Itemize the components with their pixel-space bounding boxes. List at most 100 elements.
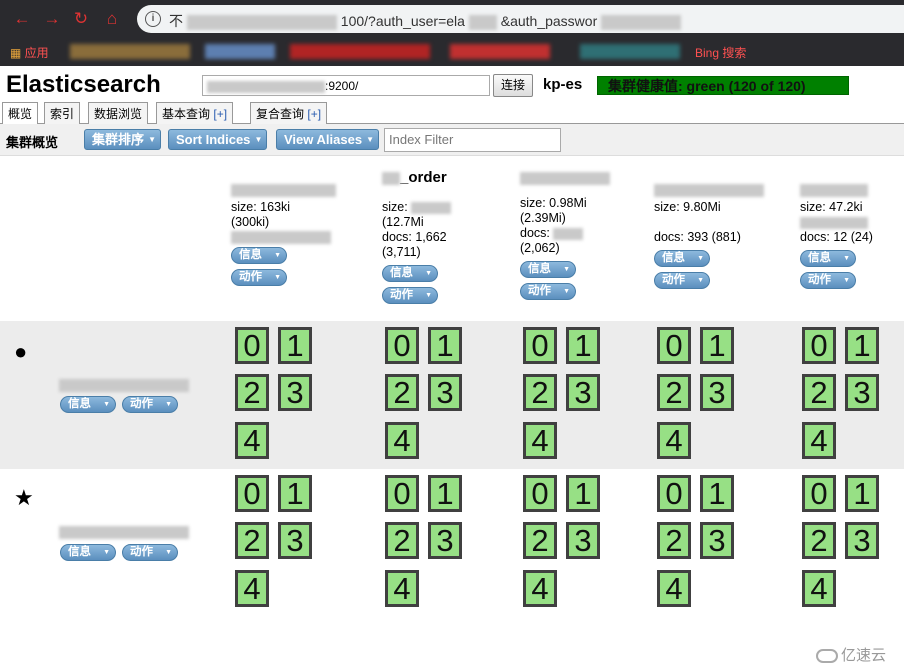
shard-1[interactable]: 1 [845, 327, 879, 364]
shard-3[interactable]: 3 [278, 522, 312, 559]
shard-1[interactable]: 1 [566, 327, 600, 364]
shard-0[interactable]: 0 [523, 475, 557, 512]
shard-4[interactable]: 4 [523, 570, 557, 607]
bookmark-item[interactable] [205, 44, 275, 59]
index-info-button[interactable]: 信息 [800, 250, 856, 267]
index-size: size: [382, 200, 522, 215]
connect-button[interactable]: 连接 [493, 74, 533, 97]
shard-2[interactable]: 2 [657, 522, 691, 559]
index-docs-total: (2,062) [520, 241, 560, 255]
shard-4[interactable]: 4 [802, 570, 836, 607]
sort-cluster-button[interactable]: 集群排序 [84, 129, 162, 150]
bookmark-item[interactable] [580, 44, 680, 59]
shard-2[interactable]: 2 [802, 374, 836, 411]
address-bar[interactable]: i 不 100/?auth_user=ela &auth_passwor [137, 5, 904, 33]
shard-0[interactable]: 0 [235, 327, 269, 364]
shard-3[interactable]: 3 [700, 374, 734, 411]
shard-4[interactable]: 4 [235, 422, 269, 459]
shard-4[interactable]: 4 [802, 422, 836, 459]
tab-basic-query[interactable]: 基本查询 [+] [156, 102, 234, 124]
shard-2[interactable]: 2 [235, 374, 269, 411]
shard-2[interactable]: 2 [385, 522, 419, 559]
index-size-total: (300ki) [231, 215, 270, 229]
shard-2[interactable]: 2 [523, 522, 557, 559]
shard-1[interactable]: 1 [845, 475, 879, 512]
shard-4[interactable]: 4 [385, 422, 419, 459]
shard-3[interactable]: 3 [278, 374, 312, 411]
shard-0[interactable]: 0 [523, 327, 557, 364]
back-icon[interactable]: ← [12, 9, 32, 29]
app-title: Elasticsearch [6, 71, 161, 98]
shard-3[interactable]: 3 [428, 522, 462, 559]
reload-icon[interactable]: ↻ [71, 9, 91, 29]
shard-4[interactable]: 4 [235, 570, 269, 607]
shard-1[interactable]: 1 [428, 327, 462, 364]
tab-compound-query[interactable]: 复合查询 [+] [250, 102, 328, 124]
index-size: size: 9.80Mi [654, 200, 721, 214]
index-action-button[interactable]: 动作 [520, 283, 576, 300]
shard-3[interactable]: 3 [428, 374, 462, 411]
master-node-icon: ● [14, 339, 28, 364]
shard-0[interactable]: 0 [385, 327, 419, 364]
node-info-button[interactable]: 信息 [60, 544, 116, 561]
shard-2[interactable]: 2 [657, 374, 691, 411]
shard-3[interactable]: 3 [845, 522, 879, 559]
index-info-button[interactable]: 信息 [382, 265, 438, 282]
index-filter-input[interactable]: Index Filter [384, 128, 561, 152]
shard-0[interactable]: 0 [235, 475, 269, 512]
shard-0[interactable]: 0 [657, 327, 691, 364]
index-name: _order [382, 170, 522, 200]
index-action-button[interactable]: 动作 [654, 272, 710, 289]
shard-3[interactable]: 3 [845, 374, 879, 411]
shard-1[interactable]: 1 [700, 475, 734, 512]
shard-4[interactable]: 4 [657, 422, 691, 459]
index-name [800, 170, 900, 200]
connection-url-input[interactable]: :9200/ [202, 75, 490, 96]
info-icon[interactable]: i [145, 11, 161, 27]
shard-0[interactable]: 0 [802, 327, 836, 364]
shard-1[interactable]: 1 [700, 327, 734, 364]
shard-2[interactable]: 2 [523, 374, 557, 411]
node-action-button[interactable]: 动作 [122, 396, 178, 413]
tab-indices[interactable]: 索引 [44, 102, 81, 124]
index-action-button[interactable]: 动作 [800, 272, 856, 289]
sort-indices-button[interactable]: Sort Indices [168, 129, 268, 150]
node-info-button[interactable]: 信息 [60, 396, 116, 413]
shard-0[interactable]: 0 [657, 475, 691, 512]
bookmark-item[interactable] [290, 44, 430, 59]
shard-2[interactable]: 2 [802, 522, 836, 559]
tab-overview[interactable]: 概览 [2, 102, 39, 125]
shard-1[interactable]: 1 [566, 475, 600, 512]
index-info-button[interactable]: 信息 [654, 250, 710, 267]
index-size-total: (2.39Mi) [520, 211, 566, 225]
index-info-button[interactable]: 信息 [231, 247, 287, 264]
shard-2[interactable]: 2 [235, 522, 269, 559]
index-action-button[interactable]: 动作 [231, 269, 287, 286]
node-action-button[interactable]: 动作 [122, 544, 178, 561]
bookmark-item[interactable] [70, 44, 190, 59]
shard-4[interactable]: 4 [385, 570, 419, 607]
shard-2[interactable]: 2 [385, 374, 419, 411]
shard-1[interactable]: 1 [278, 475, 312, 512]
shard-3[interactable]: 3 [566, 374, 600, 411]
index-action-button[interactable]: 动作 [382, 287, 438, 304]
shard-1[interactable]: 1 [428, 475, 462, 512]
shard-0[interactable]: 0 [802, 475, 836, 512]
bookmark-bing[interactable]: Bing 搜索 [695, 44, 746, 61]
shard-4[interactable]: 4 [657, 570, 691, 607]
shard-3[interactable]: 3 [700, 522, 734, 559]
index-info-button[interactable]: 信息 [520, 261, 576, 278]
app-header: Elasticsearch :9200/ 连接 kp-es 集群健康值: gre… [0, 68, 904, 102]
shard-1[interactable]: 1 [278, 327, 312, 364]
bookmark-item[interactable] [450, 44, 550, 59]
home-icon[interactable]: ⌂ [102, 9, 122, 29]
view-aliases-button[interactable]: View Aliases [276, 129, 380, 150]
index-column: size: 0.98Mi (2.39Mi) docs: (2,062) 信息 动… [520, 170, 660, 300]
shard-0[interactable]: 0 [385, 475, 419, 512]
forward-icon[interactable]: → [42, 9, 62, 29]
shard-4[interactable]: 4 [523, 422, 557, 459]
apps-shortcut[interactable]: ▦ 应用 [10, 44, 49, 61]
cluster-health-badge: 集群健康值: green (120 of 120) [597, 76, 849, 95]
tab-browser[interactable]: 数据浏览 [88, 102, 149, 124]
shard-3[interactable]: 3 [566, 522, 600, 559]
